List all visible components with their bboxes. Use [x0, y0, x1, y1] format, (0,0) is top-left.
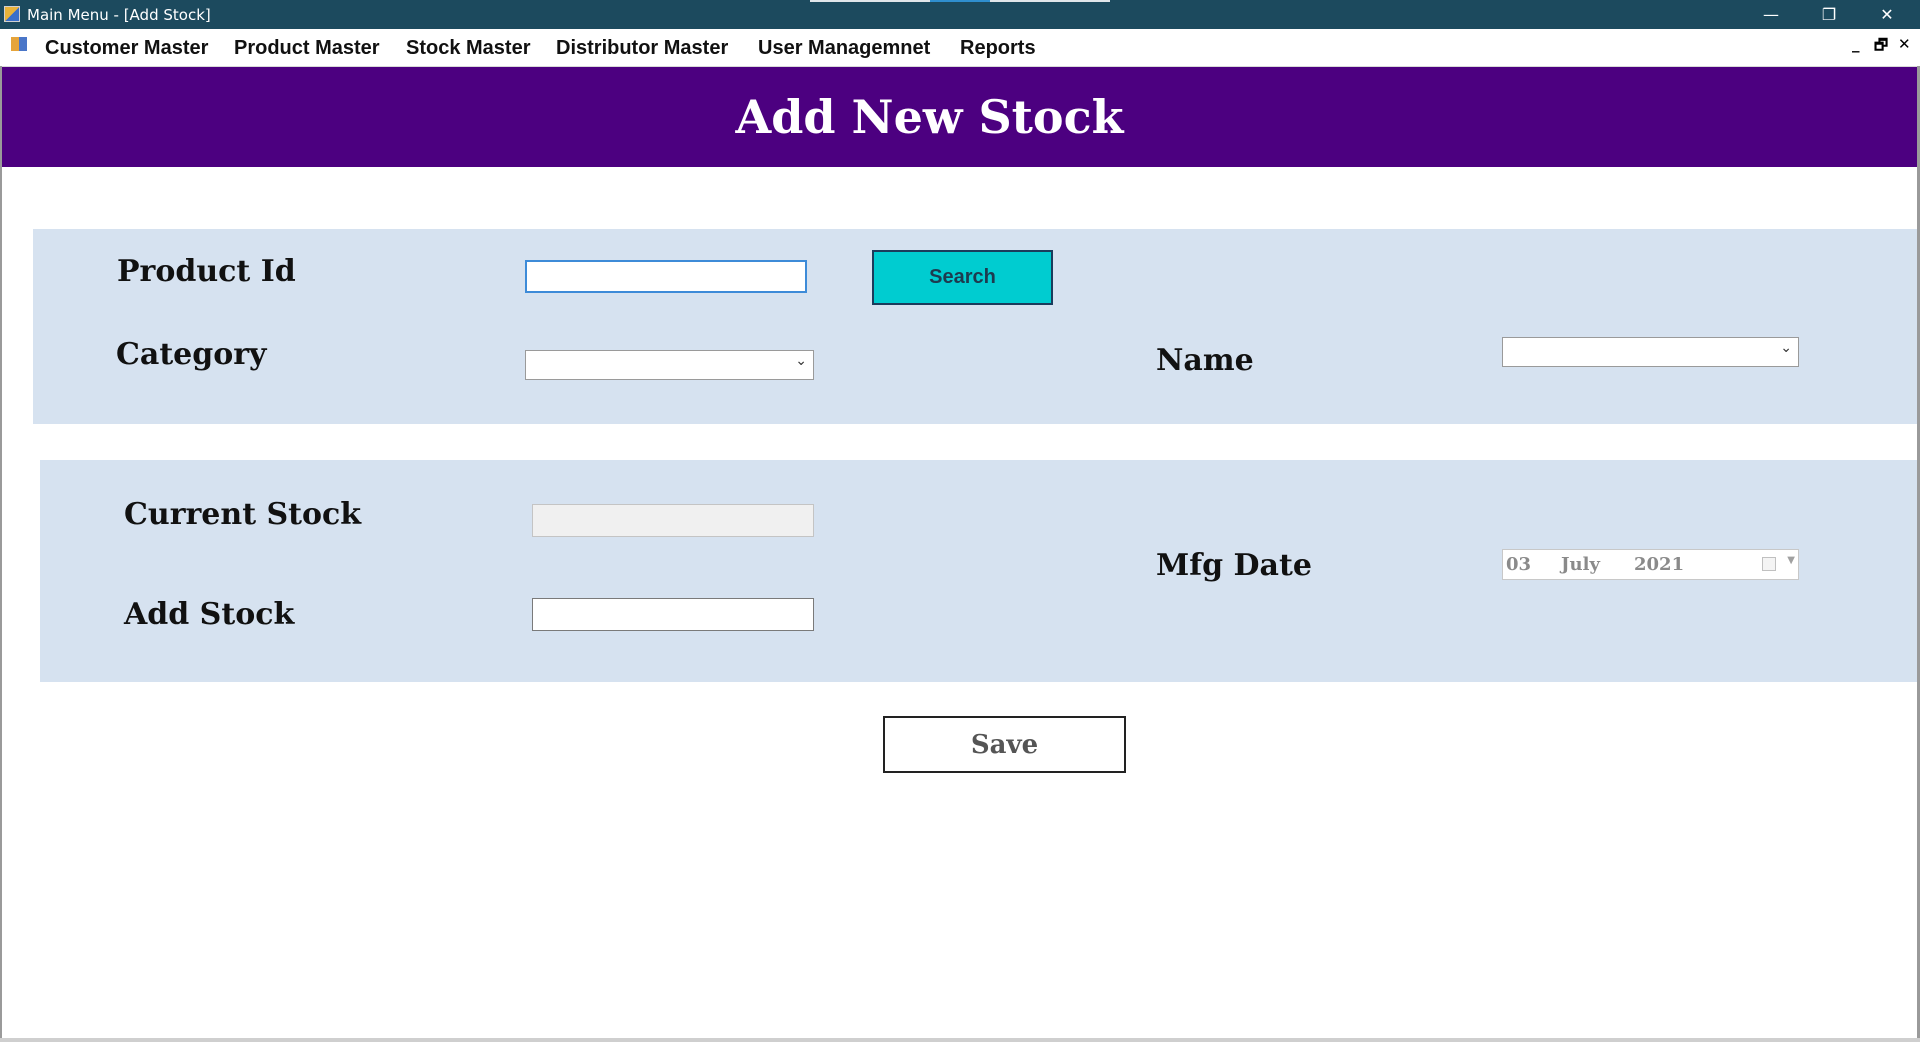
menu-product-master[interactable]: Product Master — [234, 37, 380, 60]
category-select[interactable]: ⌄ — [525, 350, 814, 380]
save-button-label: Save — [970, 729, 1039, 760]
name-select[interactable]: ⌄ — [1502, 337, 1799, 367]
mfg-date-picker[interactable]: 03 July 2021 ▼ — [1502, 549, 1799, 580]
add-stock-label: Add Stock — [124, 597, 295, 632]
mdi-minimize-button[interactable]: _ — [1852, 35, 1860, 53]
minimize-button[interactable]: — — [1742, 0, 1800, 29]
menu-customer-master[interactable]: Customer Master — [45, 37, 208, 60]
mfg-date-month[interactable]: July — [1561, 554, 1600, 575]
search-button-label: Search — [929, 266, 996, 288]
frame-border-left — [0, 66, 2, 1042]
current-stock-label: Current Stock — [124, 497, 362, 532]
restore-button[interactable]: ❐ — [1800, 0, 1858, 29]
name-label: Name — [1156, 343, 1254, 378]
frame-border-bottom — [0, 1038, 1920, 1042]
restore-icon: ❐ — [1821, 5, 1837, 24]
search-button[interactable]: Search — [872, 250, 1053, 305]
menu-reports[interactable]: Reports — [960, 37, 1036, 60]
title-strip-active — [930, 0, 990, 2]
close-button[interactable]: ✕ — [1858, 0, 1916, 29]
window-title-bar: Main Menu - [Add Stock] — ❐ ✕ — [0, 0, 1920, 29]
mdi-child-icon[interactable] — [11, 37, 27, 51]
menu-bar: Customer Master Product Master Stock Mas… — [0, 29, 1920, 67]
mdi-close-button[interactable]: ✕ — [1898, 35, 1911, 53]
page-title: Add New Stock — [735, 90, 1124, 144]
add-stock-input[interactable] — [532, 598, 814, 631]
menu-distributor-master[interactable]: Distributor Master — [556, 37, 728, 60]
title-strip-right — [990, 0, 1110, 2]
mdi-restore-button[interactable]: 🗗 — [1874, 35, 1888, 60]
menu-stock-master[interactable]: Stock Master — [406, 37, 531, 60]
save-button[interactable]: Save — [883, 716, 1126, 773]
chevron-down-icon: ⌄ — [1780, 340, 1792, 356]
page-header: Add New Stock — [2, 67, 1917, 167]
window-title: Main Menu - [Add Stock] — [27, 6, 211, 24]
current-stock-field — [532, 504, 814, 537]
calendar-icon[interactable] — [1762, 557, 1776, 571]
mfg-date-day[interactable]: 03 — [1506, 554, 1531, 575]
chevron-down-icon: ⌄ — [795, 353, 807, 369]
app-icon — [4, 6, 20, 22]
close-icon: ✕ — [1880, 5, 1894, 24]
category-label: Category — [116, 337, 267, 372]
mfg-date-label: Mfg Date — [1156, 548, 1312, 583]
title-strip-left — [810, 0, 930, 2]
mfg-date-year[interactable]: 2021 — [1634, 554, 1684, 575]
product-id-label: Product Id — [117, 254, 296, 289]
chevron-down-icon[interactable]: ▼ — [1787, 555, 1795, 566]
minimize-icon: — — [1763, 5, 1779, 24]
product-id-input[interactable] — [525, 260, 807, 293]
menu-user-management[interactable]: User Managemnet — [758, 37, 930, 60]
